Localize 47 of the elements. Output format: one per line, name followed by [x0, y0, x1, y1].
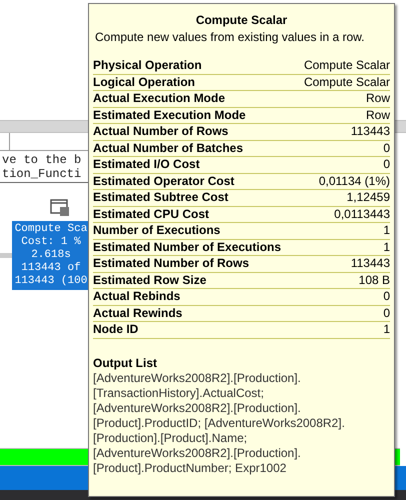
property-label: Estimated Number of Rows	[93, 256, 250, 272]
property-value: 0	[383, 157, 390, 172]
property-label: Node ID	[93, 322, 138, 338]
output-list-title: Output List	[93, 354, 158, 370]
node-label: Cost: 1 %	[21, 236, 81, 249]
output-list-text: [AdventureWorks2008R2].[Production]. [TransactionHistory].ActualCost; [AdventureWorks2008R2].[Production]. [Product].ProductID; [AdventureWorks2008R2]. [Production].[Product].Name; [AdventureWorks2008R2].[Production]. [Product].ProductNumber; Expr1002	[93, 370, 346, 476]
property-value: 0,0113443	[334, 206, 390, 222]
tooltip-description: Compute new values from existing values in a row.	[94, 29, 366, 45]
property-value: 0	[383, 289, 390, 304]
property-value: 0	[383, 306, 390, 321]
property-label: Logical Operation	[93, 74, 196, 90]
property-value: 0,01134 (1%)	[318, 174, 390, 189]
property-label: Actual Number of Batches	[93, 140, 244, 156]
property-label: Actual Rebinds	[93, 289, 180, 304]
property-value: 108 B	[358, 272, 390, 288]
property-label: Actual Rewinds	[93, 306, 182, 321]
node-label: 113443 of	[21, 262, 81, 275]
property-label: Estimated I/O Cost	[93, 157, 200, 172]
tooltip-title: Compute Scalar	[194, 12, 288, 28]
property-value: 113443	[350, 124, 390, 140]
property-value: 0	[383, 140, 390, 156]
property-label: Physical Operation	[93, 58, 202, 74]
property-value: Compute Scalar	[304, 58, 390, 74]
property-label: Estimated Subtree Cost	[93, 190, 228, 206]
property-label: Number of Executions	[93, 223, 220, 238]
property-label: Actual Number of Rows	[93, 124, 228, 140]
node-label: 113443 (100	[14, 275, 88, 288]
compute-scalar-icon	[50, 199, 70, 217]
query-text-line: tion_Functi	[2, 167, 82, 181]
property-label: Estimated Number of Executions	[93, 240, 282, 255]
node-label: Compute Sca	[14, 223, 88, 236]
property-value: 1	[383, 240, 390, 255]
node-label: 2.618s	[31, 249, 71, 262]
property-label: Estimated CPU Cost	[93, 206, 210, 222]
property-value: 1,12459	[346, 190, 390, 206]
property-value: 1	[383, 223, 390, 238]
property-value: 1	[383, 322, 390, 338]
query-text-line: ve to the b	[2, 153, 82, 167]
property-value: Row	[366, 108, 390, 123]
property-label: Estimated Execution Mode	[93, 108, 246, 123]
property-label: Estimated Operator Cost	[93, 174, 234, 189]
property-label: Estimated Row Size	[93, 272, 206, 288]
property-value: 113443	[350, 256, 390, 272]
property-value: Compute Scalar	[304, 74, 390, 90]
property-label: Actual Execution Mode	[93, 91, 226, 106]
plan-node[interactable]: Compute Sca Cost: 1 % 2.618s 113443 of 113443 (100	[12, 221, 90, 290]
property-value: Row	[366, 91, 390, 106]
